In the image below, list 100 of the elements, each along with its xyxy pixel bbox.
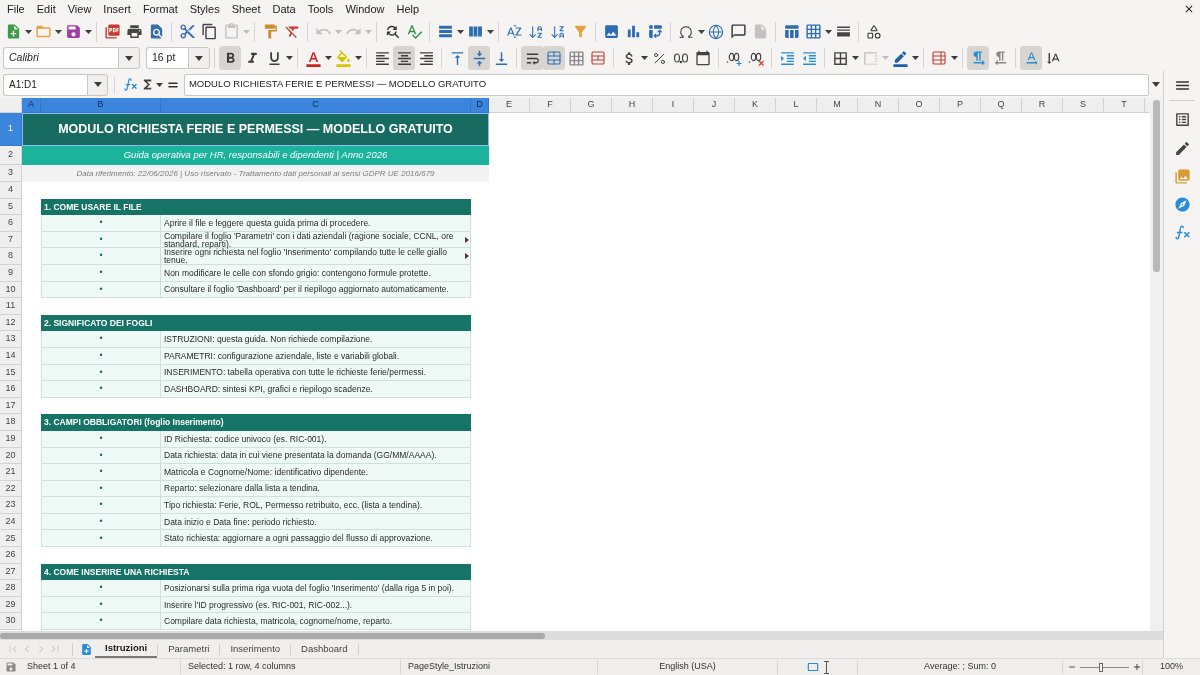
sort-ascending-icon <box>528 23 544 40</box>
caret-icon[interactable] <box>851 56 859 60</box>
caret-icon[interactable] <box>324 56 332 60</box>
bold-button[interactable] <box>219 46 241 70</box>
zoom-slider-thumb[interactable] <box>1098 662 1103 672</box>
row-header[interactable]: 26 <box>0 547 22 564</box>
column-header[interactable]: G <box>571 98 612 113</box>
formula-input[interactable]: MODULO RICHIESTA FERIE E PERMESSI — MODELLO GRATUITO <box>183 73 1150 96</box>
instruction-text: ID Richiesta: codice univoco (es. RIC-001). <box>164 432 327 445</box>
column-header[interactable]: H <box>612 98 653 113</box>
paragraph-ltr-button[interactable] <box>967 46 989 70</box>
column-header[interactable]: Q <box>981 98 1022 113</box>
row-header[interactable]: 6 <box>0 215 22 232</box>
sheet-tab[interactable]: Parametri <box>158 640 220 658</box>
zoom-level-text[interactable]: 100% <box>1160 660 1183 674</box>
caret-icon[interactable] <box>24 29 32 34</box>
row-header[interactable]: 23 <box>0 497 22 514</box>
grid-icon <box>804 23 822 40</box>
menu-item[interactable]: Help <box>390 1 426 17</box>
column-header[interactable]: F <box>530 98 571 113</box>
column-header[interactable]: T <box>1104 98 1145 113</box>
menu-item[interactable]: Insert <box>97 1 137 17</box>
row-header[interactable]: 4 <box>0 182 22 199</box>
menu-item[interactable]: Window <box>339 1 391 17</box>
pdf-document-icon <box>103 23 121 40</box>
caret-icon[interactable] <box>911 56 919 60</box>
wrap-text-button[interactable] <box>521 46 543 70</box>
caret-icon[interactable] <box>354 56 362 60</box>
column-header[interactable]: J <box>694 98 735 113</box>
sheet-tab[interactable]: Dashboard <box>291 640 358 658</box>
menu-item[interactable]: Styles <box>183 1 226 17</box>
column-header[interactable]: O <box>899 98 940 113</box>
column-header[interactable]: C <box>161 98 471 113</box>
font-size-field[interactable]: 16 pt <box>146 47 188 69</box>
horizontal-scrollbar[interactable] <box>0 631 1163 640</box>
caret-icon[interactable] <box>640 56 648 60</box>
spellcheck-icon <box>405 23 423 40</box>
caret-icon[interactable] <box>54 29 62 34</box>
column-header[interactable]: I <box>653 98 694 113</box>
row-header[interactable]: 8 <box>0 248 22 265</box>
menu-item[interactable]: View <box>61 1 98 17</box>
column-header[interactable]: D <box>471 98 489 113</box>
menu-item[interactable]: File <box>1 1 31 17</box>
text-cursor-icon[interactable] <box>822 660 830 674</box>
globe-icon <box>708 23 724 40</box>
pencil-icon <box>891 49 909 67</box>
name-box[interactable]: A1:D1 <box>3 73 88 96</box>
caret-icon[interactable] <box>456 29 464 34</box>
menu-item[interactable]: Sheet <box>225 1 267 17</box>
row-header[interactable]: 11 <box>0 298 22 315</box>
row-header[interactable]: 1 <box>0 113 22 146</box>
bullet-cell: • <box>41 497 161 514</box>
menu-item[interactable]: Format <box>136 1 184 17</box>
caret-icon[interactable] <box>824 29 832 34</box>
row-header[interactable]: 3 <box>0 165 22 182</box>
row-header[interactable]: 21 <box>0 464 22 481</box>
overflow-arrow-icon <box>465 236 469 243</box>
scrollbar-thumb[interactable] <box>1153 100 1160 272</box>
column-header[interactable]: B <box>41 98 161 113</box>
column-header[interactable]: P <box>940 98 981 113</box>
caret-icon <box>93 82 102 87</box>
align-middle-button[interactable] <box>468 46 490 70</box>
menu-item[interactable]: Data <box>266 1 302 17</box>
column-header[interactable]: A <box>22 98 41 113</box>
folder-icon <box>34 23 52 40</box>
menu-item[interactable]: Edit <box>30 1 62 17</box>
caret-icon[interactable] <box>697 29 705 34</box>
row-header[interactable]: 16 <box>0 381 22 398</box>
column-header[interactable]: N <box>858 98 899 113</box>
row-header[interactable]: 18 <box>0 414 22 431</box>
column-header[interactable]: S <box>1063 98 1104 113</box>
row-header[interactable]: 28 <box>0 580 22 597</box>
clipboard-icon <box>222 23 240 40</box>
instruction-text: Stato richiesta: aggiornare a ogni passaggio del flusso di approvazione. <box>164 532 433 545</box>
caret-icon[interactable] <box>486 29 494 34</box>
caret-icon[interactable] <box>84 29 92 34</box>
caret-icon[interactable] <box>155 82 163 87</box>
row-header[interactable]: 25 <box>0 530 22 548</box>
sheet-tab[interactable]: Inserimento <box>220 640 291 658</box>
caret-icon[interactable] <box>950 56 958 60</box>
scrollbar-thumb[interactable] <box>0 632 545 639</box>
language-text[interactable]: English (USA) <box>659 660 716 674</box>
column-header[interactable]: R <box>1022 98 1063 113</box>
font-name-field[interactable]: Calibri <box>3 47 118 69</box>
column-header[interactable]: E <box>489 98 530 113</box>
column-header[interactable]: K <box>735 98 776 113</box>
menu-item[interactable]: Tools <box>301 1 340 17</box>
font-name-dropdown-button[interactable] <box>118 47 140 69</box>
caret-icon[interactable] <box>285 56 293 60</box>
font-size-dropdown-button[interactable] <box>188 47 210 69</box>
column-header[interactable]: L <box>776 98 817 113</box>
align-center-button[interactable] <box>393 46 415 70</box>
overflow-arrow-icon <box>465 253 469 260</box>
row-header[interactable]: 30 <box>0 613 22 631</box>
row-header[interactable]: 2 <box>0 146 22 165</box>
instruction-text: Data richiesta: data in cui viene presentata la domanda (GG/MM/AAAA). <box>164 449 437 462</box>
column-header[interactable]: M <box>817 98 858 113</box>
row-header[interactable]: 13 <box>0 331 22 348</box>
vertical-scrollbar[interactable] <box>1150 98 1163 631</box>
name-box-dropdown-button[interactable] <box>87 73 109 96</box>
